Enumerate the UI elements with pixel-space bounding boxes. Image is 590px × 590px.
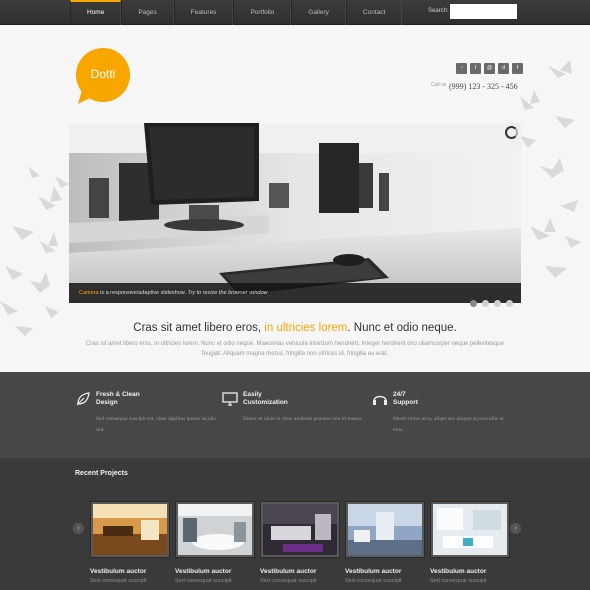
feature-title: 24/7 Support (393, 391, 503, 407)
nav-features[interactable]: Features (173, 0, 234, 25)
project-thumbnail (178, 504, 252, 555)
leaf-icon (76, 392, 90, 406)
caption-highlight: Camera (79, 290, 99, 296)
caption-text: is a responsive/adaptive slideshow. (98, 290, 188, 296)
social-icons: ◔ t @ d f (456, 63, 523, 74)
project-thumbnail-frame (90, 501, 170, 558)
feature-title-line: 24/7 (393, 391, 406, 398)
caption-italic: Try to resize the browser window (187, 290, 268, 296)
slide-dot[interactable] (470, 300, 477, 307)
intro-description: Cras sit amet libero eros, in ultricies … (86, 341, 504, 357)
logo[interactable]: Dotti (74, 48, 132, 106)
header-area: Dotti ◔ t @ d f Call us (999) 123 - 325 … (0, 26, 590, 372)
monitor-icon (222, 392, 238, 406)
recent-projects-section: Recent Projects ‹ › Vestibulum auctor Se… (0, 458, 590, 590)
headset-icon (373, 395, 387, 405)
features-band: Fresh & Clean Design Sed consequat susci… (0, 372, 590, 458)
delicious-icon[interactable]: d (498, 63, 509, 74)
project-thumbnail (433, 504, 507, 555)
project-subtitle: Sed consequat suscipit (90, 578, 147, 584)
nav-gallery[interactable]: Gallery (291, 0, 346, 25)
feature-text: Morbi tortor arcu, aliqet nec aliquet at… (393, 416, 504, 433)
call-us-label: Call us (431, 82, 447, 88)
slide-dot[interactable] (482, 300, 489, 307)
nav-portfolio-label: Portfolio (250, 9, 275, 16)
project-thumbnail-frame (175, 501, 255, 558)
slide-caption: Camera is a responsive/adaptive slidesho… (69, 283, 521, 303)
project-thumbnail-frame (430, 501, 510, 558)
nav-portfolio[interactable]: Portfolio (233, 0, 292, 25)
headline-end: . Nunc et odio neque. (347, 322, 457, 334)
feature-title-line: Support (393, 399, 418, 406)
feature-text: Sed consequat suscipit est, vitae dapibu… (96, 416, 216, 433)
recent-projects-title: Recent Projects (75, 470, 128, 477)
search-label: Search: (428, 8, 449, 14)
twitter-icon[interactable]: t (470, 63, 481, 74)
project-title: Vestibulum auctor (430, 568, 487, 575)
phone-number: (999) 123 - 325 - 456 (449, 82, 518, 91)
project-title: Vestibulum auctor (260, 568, 317, 575)
project-card[interactable]: Vestibulum auctor Sed consequat suscipit (260, 501, 340, 584)
headline-start: Cras sit amet libero eros, (133, 322, 265, 334)
top-navbar: Home Pages Features Portfolio Gallery Co… (0, 0, 590, 25)
project-title: Vestibulum auctor (345, 568, 402, 575)
nav-gallery-label: Gallery (308, 9, 329, 16)
headline-highlight: in ultricies lorem (264, 322, 348, 334)
nav-home-label: Home (87, 9, 105, 16)
slide-image-office-computers (69, 123, 521, 303)
project-card[interactable]: Vestibulum auctor Sed consequat suscipit (345, 501, 425, 584)
feature-title: Fresh & Clean Design (96, 391, 206, 407)
project-subtitle: Sed consequat suscipit (430, 578, 487, 584)
feature-title: Easily Customization (243, 391, 353, 407)
carousel-prev-arrow-icon[interactable]: ‹ (73, 523, 84, 534)
search-input[interactable] (450, 4, 517, 19)
project-card[interactable]: Vestibulum auctor Sed consequat suscipit (175, 501, 255, 584)
loading-spinner-icon (505, 126, 518, 139)
intro-headline: Cras sit amet libero eros, in ultricies … (0, 322, 590, 334)
feature-title-line: Easily (243, 391, 262, 398)
nav-pages[interactable]: Pages (121, 0, 174, 25)
slide-pagination (470, 300, 513, 307)
project-title: Vestibulum auctor (90, 568, 147, 575)
project-thumbnail-frame (260, 501, 340, 558)
slide-dot[interactable] (506, 300, 513, 307)
nav-contact-label: Contact (362, 9, 386, 16)
feature-text: Donec et nisin in risus molestie posuere… (243, 416, 363, 422)
feature-title-line: Design (96, 399, 118, 406)
project-thumbnail-frame (345, 501, 425, 558)
dribbble-icon[interactable]: @ (484, 63, 495, 74)
slideshow[interactable]: Camera is a responsive/adaptive slidesho… (69, 123, 521, 303)
logo-text: Dotti (90, 67, 116, 81)
project-thumbnail (263, 504, 337, 555)
feature-title-line: Fresh & Clean (96, 391, 140, 398)
project-subtitle: Sed consequat suscipit (260, 578, 317, 584)
project-subtitle: Sed consequat suscipit (345, 578, 402, 584)
rss-icon[interactable]: ◔ (456, 63, 467, 74)
nav-features-label: Features (190, 9, 217, 16)
project-card[interactable]: Vestibulum auctor Sed consequat suscipit (90, 501, 170, 584)
facebook-icon[interactable]: f (512, 63, 523, 74)
main-nav: Home Pages Features Portfolio Gallery Co… (70, 0, 403, 25)
feature-title-line: Customization (243, 399, 288, 406)
carousel-next-arrow-icon[interactable]: › (510, 523, 521, 534)
slide-dot[interactable] (494, 300, 501, 307)
nav-home[interactable]: Home (70, 0, 122, 25)
project-thumbnail (93, 504, 167, 555)
project-subtitle: Sed consequat suscipit (175, 578, 232, 584)
project-title: Vestibulum auctor (175, 568, 232, 575)
project-card[interactable]: Vestibulum auctor Sed consequat suscipit (430, 501, 510, 584)
nav-pages-label: Pages (138, 9, 157, 16)
nav-contact[interactable]: Contact (345, 0, 403, 25)
project-thumbnail (348, 504, 422, 555)
